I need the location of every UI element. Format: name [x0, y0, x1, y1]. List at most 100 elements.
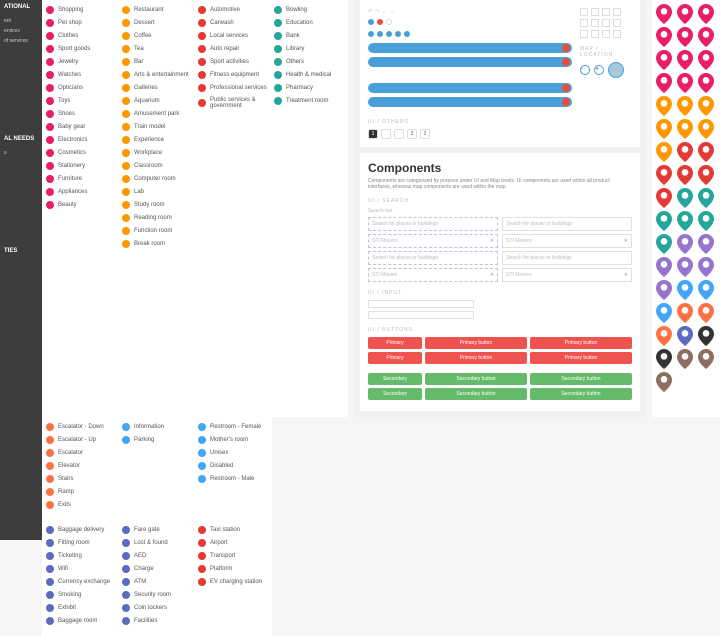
- category-item[interactable]: Escalator - Down: [46, 423, 116, 431]
- category-item[interactable]: Baggage room: [46, 617, 116, 625]
- category-item[interactable]: Elevator: [46, 462, 116, 470]
- map-pin[interactable]: [656, 349, 672, 369]
- category-item[interactable]: Stationery: [46, 162, 116, 170]
- category-item[interactable]: Education: [274, 19, 344, 27]
- category-item[interactable]: Parking: [122, 436, 192, 444]
- map-pin[interactable]: [677, 326, 693, 346]
- category-item[interactable]: Cosmetics: [46, 149, 116, 157]
- category-item[interactable]: Workplace: [122, 149, 192, 157]
- category-item[interactable]: Fare gate: [122, 526, 192, 534]
- map-pin[interactable]: [656, 119, 672, 139]
- category-item[interactable]: Sport activities: [198, 58, 268, 66]
- category-item[interactable]: Dessert: [122, 19, 192, 27]
- category-item[interactable]: Reading room: [122, 214, 192, 222]
- secondary-button[interactable]: Secondary: [368, 373, 422, 385]
- category-item[interactable]: Disabled: [198, 462, 268, 470]
- search-input[interactable]: STI Movers: [502, 234, 632, 248]
- map-pin[interactable]: [698, 142, 714, 162]
- category-item[interactable]: Fitness equipment: [198, 71, 268, 79]
- map-pin[interactable]: [677, 188, 693, 208]
- locate[interactable]: [608, 62, 624, 78]
- map-pin[interactable]: [698, 119, 714, 139]
- category-item[interactable]: Escalator - Up: [46, 436, 116, 444]
- category-item[interactable]: EV charging station: [198, 578, 268, 586]
- category-item[interactable]: Bank: [274, 32, 344, 40]
- category-item[interactable]: Watches: [46, 71, 116, 79]
- category-item[interactable]: Mother's room: [198, 436, 268, 444]
- category-item[interactable]: Lab: [122, 188, 192, 196]
- category-item[interactable]: Shopping: [46, 6, 116, 14]
- search-input[interactable]: STI Movers: [368, 268, 498, 282]
- category-item[interactable]: Professional services: [198, 84, 268, 92]
- map-pin[interactable]: [656, 165, 672, 185]
- map-pin[interactable]: [698, 234, 714, 254]
- map-pin[interactable]: [677, 73, 693, 93]
- category-item[interactable]: Galleries: [122, 84, 192, 92]
- map-pin[interactable]: [698, 326, 714, 346]
- category-item[interactable]: Auto repair: [198, 45, 268, 53]
- category-item[interactable]: Airport: [198, 539, 268, 547]
- map-pin[interactable]: [677, 142, 693, 162]
- sidebar-item[interactable]: s: [4, 148, 38, 158]
- map-pin[interactable]: [677, 257, 693, 277]
- map-pin[interactable]: [656, 96, 672, 116]
- category-item[interactable]: Bar: [122, 58, 192, 66]
- zoom-out[interactable]: -: [580, 65, 590, 75]
- map-pin[interactable]: [677, 303, 693, 323]
- category-item[interactable]: Automotive: [198, 6, 268, 14]
- category-item[interactable]: Coffee: [122, 32, 192, 40]
- category-item[interactable]: Treatment room: [274, 97, 344, 105]
- secondary-button[interactable]: Secondary: [368, 388, 422, 400]
- category-item[interactable]: Baggage delivery: [46, 526, 116, 534]
- category-item[interactable]: Shoes: [46, 110, 116, 118]
- map-pin[interactable]: [677, 27, 693, 47]
- map-pin[interactable]: [677, 119, 693, 139]
- search-input[interactable]: Search for places or buildings: [368, 251, 498, 265]
- category-item[interactable]: Break room: [122, 240, 192, 248]
- category-item[interactable]: Study room: [122, 201, 192, 209]
- category-item[interactable]: Public services & government: [198, 97, 268, 109]
- category-item[interactable]: Computer room: [122, 175, 192, 183]
- primary-button[interactable]: Primary: [368, 352, 422, 364]
- secondary-button[interactable]: Secondary button: [425, 388, 527, 400]
- category-item[interactable]: Escalator: [46, 449, 116, 457]
- map-pin[interactable]: [656, 280, 672, 300]
- sidebar-item[interactable]: ent: [4, 16, 38, 26]
- map-pin[interactable]: [698, 165, 714, 185]
- map-pin[interactable]: [656, 257, 672, 277]
- map-pin[interactable]: [656, 27, 672, 47]
- secondary-button[interactable]: Secondary button: [425, 373, 527, 385]
- category-item[interactable]: Arts & entertainment: [122, 71, 192, 79]
- secondary-button[interactable]: Secondary button: [530, 373, 632, 385]
- category-item[interactable]: Wifi: [46, 565, 116, 573]
- category-item[interactable]: Lost & found: [122, 539, 192, 547]
- map-pin[interactable]: [656, 188, 672, 208]
- text-input[interactable]: [368, 300, 474, 308]
- map-pin[interactable]: [656, 50, 672, 70]
- category-item[interactable]: Baby gear: [46, 123, 116, 131]
- category-item[interactable]: Library: [274, 45, 344, 53]
- category-item[interactable]: Function room: [122, 227, 192, 235]
- search-input[interactable]: Search for places or buildings: [502, 217, 632, 231]
- category-item[interactable]: Appliances: [46, 188, 116, 196]
- category-item[interactable]: Toys: [46, 97, 116, 105]
- text-input[interactable]: [368, 311, 474, 319]
- category-item[interactable]: AED: [122, 552, 192, 560]
- map-pin[interactable]: [698, 27, 714, 47]
- category-item[interactable]: Stairs: [46, 475, 116, 483]
- map-pin[interactable]: [698, 188, 714, 208]
- map-pin[interactable]: [677, 50, 693, 70]
- map-pin[interactable]: [677, 280, 693, 300]
- category-item[interactable]: Train model: [122, 123, 192, 131]
- primary-button[interactable]: Primary button: [425, 352, 527, 364]
- category-item[interactable]: Information: [122, 423, 192, 431]
- category-item[interactable]: Security room: [122, 591, 192, 599]
- page-btn[interactable]: 2: [420, 129, 430, 139]
- category-item[interactable]: Aquarium: [122, 97, 192, 105]
- map-pin[interactable]: [656, 4, 672, 24]
- search-input[interactable]: Search for places or buildings: [502, 251, 632, 265]
- primary-button[interactable]: Primary button: [530, 337, 632, 349]
- sidebar-item[interactable]: of services: [4, 36, 38, 46]
- category-item[interactable]: Opticians: [46, 84, 116, 92]
- search-input[interactable]: Search for places or buildings: [368, 217, 498, 231]
